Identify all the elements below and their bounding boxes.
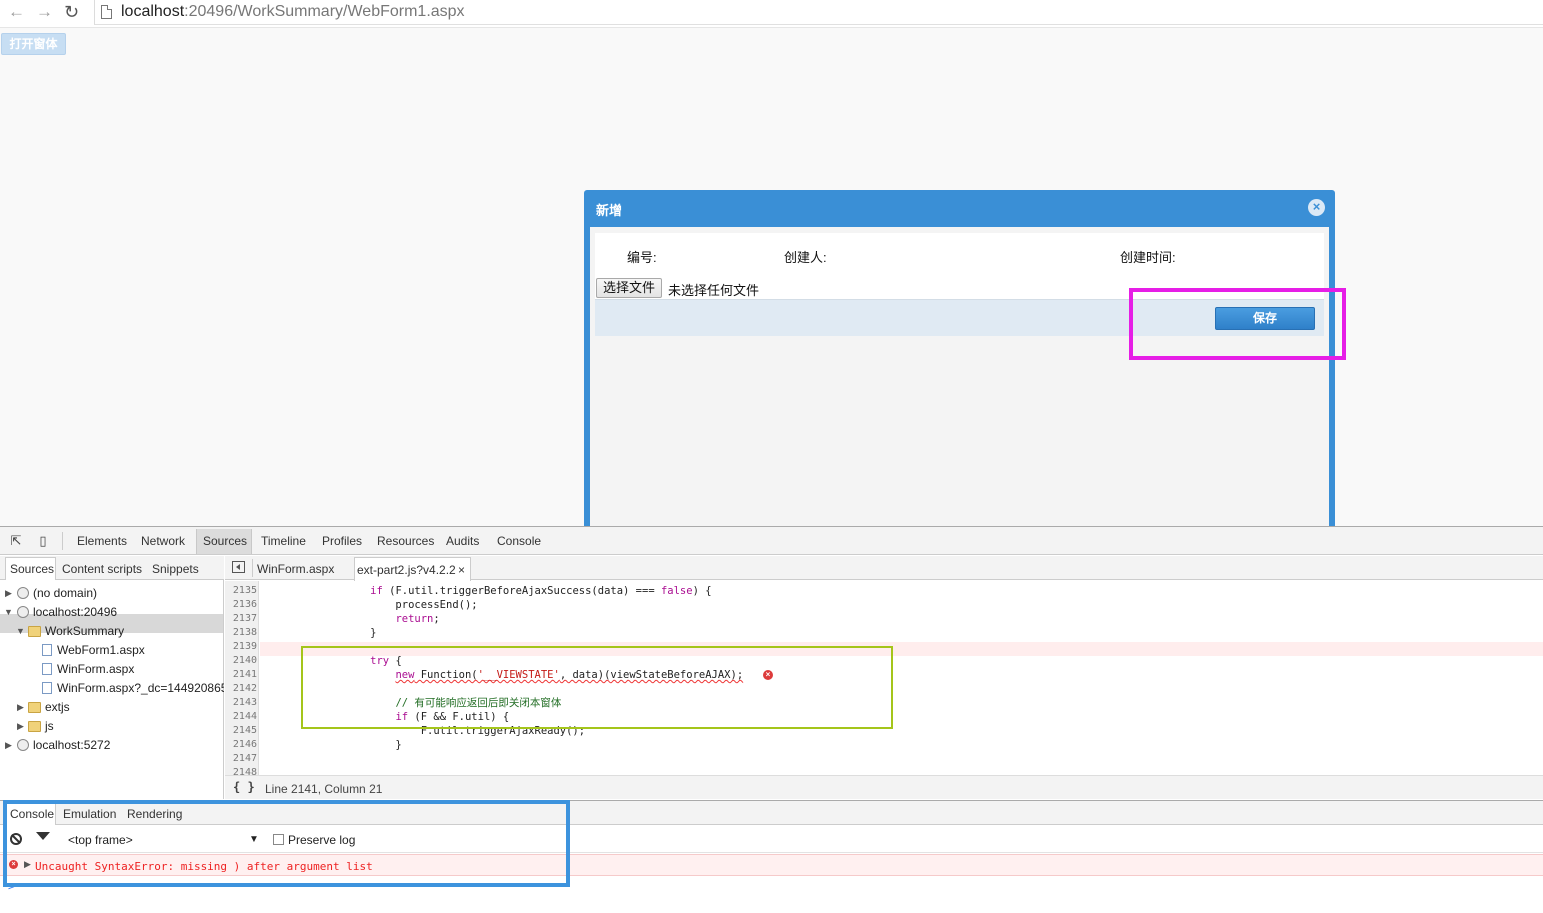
tab-audits[interactable]: Audits: [446, 534, 479, 548]
pretty-print-icon[interactable]: { }: [233, 780, 255, 794]
tree-item-label: WorkSummary: [45, 624, 125, 638]
tab-network[interactable]: Network: [141, 534, 185, 548]
tree-item-label: extjs: [45, 700, 70, 714]
editor-statusbar: { } Line 2141, Column 21: [225, 775, 1543, 799]
url-text: localhost:20496/WorkSummary/WebForm1.asp…: [121, 3, 465, 21]
file-icon: [42, 663, 52, 675]
tree-item[interactable]: WinForm.aspx: [0, 660, 224, 679]
nav-tab-snippets[interactable]: Snippets: [152, 562, 199, 576]
toggle-navigator-icon[interactable]: [232, 561, 245, 573]
divider: [62, 532, 63, 550]
code-line: }: [269, 627, 377, 639]
tab-console[interactable]: Console: [497, 534, 541, 548]
file-icon: [42, 682, 52, 694]
code-line: processEnd();: [269, 599, 478, 611]
dialog-body: 编号: 创建人: 创建时间: 选择文件 未选择任何文件 保存: [590, 227, 1329, 528]
tab-elements[interactable]: Elements: [77, 534, 127, 548]
code-line: return;: [395, 613, 440, 625]
tree-item-label: WinForm.aspx?_dc=1449208657: [57, 681, 224, 695]
folder-icon: [28, 702, 41, 713]
page-content: 打开窗体 新增 × 编号: 创建人: 创建时间: 选择文件 未选择任何文件 保存: [0, 27, 1543, 528]
tree-item-label: localhost:20496: [33, 605, 118, 619]
collapse-arrow-icon[interactable]: ▼: [16, 622, 25, 641]
dialog-title: 新增: [596, 203, 623, 218]
annotation-box-code: [301, 646, 893, 729]
nav-tab-sources[interactable]: Sources: [10, 562, 54, 576]
forward-arrow-icon[interactable]: →: [36, 2, 53, 22]
tree-item[interactable]: ▶ js: [0, 717, 224, 736]
close-tab-icon[interactable]: ×: [458, 563, 465, 577]
created-time-label: 创建时间:: [1120, 250, 1176, 265]
tree-item-label: js: [45, 719, 54, 733]
annotation-box-console: [3, 800, 570, 887]
collapse-arrow-icon[interactable]: ▼: [4, 603, 13, 622]
globe-icon: [17, 587, 29, 599]
address-bar[interactable]: localhost:20496/WorkSummary/WebForm1.asp…: [94, 0, 1543, 25]
nav-tab-content-scripts[interactable]: Content scripts: [62, 562, 142, 576]
tree-item[interactable]: ▶ extjs: [0, 698, 224, 717]
page-icon: [101, 5, 112, 19]
device-mode-icon[interactable]: ▯: [35, 533, 51, 549]
back-arrow-icon[interactable]: ←: [8, 2, 25, 22]
globe-icon: [17, 739, 29, 751]
inspect-element-icon[interactable]: ⇱: [8, 533, 24, 549]
devtools-tabbar: ⇱ ▯ Elements Network Sources Timeline Pr…: [0, 527, 1543, 555]
file-icon: [42, 644, 52, 656]
url-path: :20496/WorkSummary/WebForm1.aspx: [184, 3, 465, 20]
url-host: localhost: [121, 3, 185, 20]
code-line: if (F.util.triggerBeforeAjaxSuccess(data…: [370, 585, 712, 597]
browser-toolbar: ← → ↻ localhost:20496/WorkSummary/WebFor…: [0, 0, 1543, 26]
tree-item[interactable]: ▶ (no domain): [0, 584, 224, 603]
editor-tab-label: ext-part2.js?v4.2.2: [357, 563, 456, 577]
creator-label: 创建人:: [784, 250, 827, 265]
expand-arrow-icon[interactable]: ▶: [17, 717, 24, 736]
expand-arrow-icon[interactable]: ▶: [5, 736, 12, 755]
close-icon[interactable]: ×: [1308, 199, 1325, 216]
divider: [252, 559, 253, 577]
code-label: 编号:: [627, 250, 657, 265]
tab-resources[interactable]: Resources: [377, 534, 434, 548]
code-line: }: [269, 739, 402, 751]
sources-navigator: Sources Content scripts Snippets ▶ (no d…: [0, 556, 224, 799]
tree-item[interactable]: ▶ localhost:5272: [0, 736, 224, 755]
folder-icon: [28, 721, 41, 732]
tab-sources[interactable]: Sources: [203, 534, 247, 548]
editor-tab-active[interactable]: ext-part2.js?v4.2.2 ×: [354, 557, 471, 581]
reload-icon[interactable]: ↻: [64, 2, 79, 22]
expand-arrow-icon[interactable]: ▶: [5, 584, 12, 603]
tree-item[interactable]: WebForm1.aspx: [0, 641, 224, 660]
tree-item-label: WebForm1.aspx: [57, 643, 145, 657]
globe-icon: [17, 606, 29, 618]
navigator-tabs: Sources Content scripts Snippets: [0, 556, 224, 580]
tab-profiles[interactable]: Profiles: [322, 534, 362, 548]
tab-timeline[interactable]: Timeline: [261, 534, 306, 548]
file-status-text: 未选择任何文件: [668, 283, 760, 298]
expand-arrow-icon[interactable]: ▶: [17, 698, 24, 717]
tree-item-label: WinForm.aspx: [57, 662, 135, 676]
editor-tab-winform[interactable]: WinForm.aspx: [257, 562, 334, 576]
tree-item-label: (no domain): [33, 586, 98, 600]
tree-item[interactable]: WinForm.aspx?_dc=1449208657: [0, 679, 224, 698]
editor-tabs: WinForm.aspx ext-part2.js?v4.2.2 ×: [225, 556, 1543, 581]
choose-file-button[interactable]: 选择文件: [596, 278, 662, 298]
tree-item-label: localhost:5272: [33, 738, 111, 752]
open-window-button[interactable]: 打开窗体: [1, 33, 66, 55]
cursor-position: Line 2141, Column 21: [265, 782, 383, 796]
tree-item[interactable]: ▼ localhost:20496: [0, 603, 224, 622]
tree-item[interactable]: ▼ WorkSummary: [0, 622, 224, 641]
annotation-box-save: [1129, 288, 1346, 360]
folder-icon: [28, 626, 41, 637]
